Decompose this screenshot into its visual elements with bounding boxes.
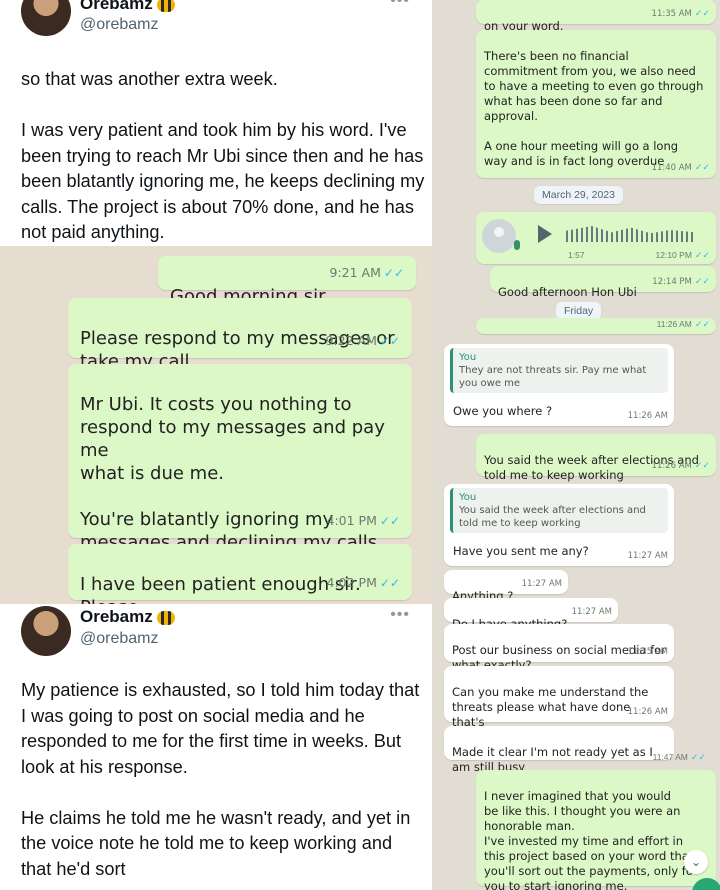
message-timestamp: 9:22 AM ✓✓ xyxy=(325,333,401,348)
message-bubble: Do I have anything? 11:27 AM xyxy=(444,598,618,631)
user-handle[interactable]: @orebamz xyxy=(80,630,159,648)
voice-sender-avatar xyxy=(482,219,516,253)
read-receipt-icon: ✓✓ xyxy=(694,9,710,19)
tweet-top: Orebamz @orebamz ••• so that was another… xyxy=(0,0,432,246)
read-receipt-icon: ✓✓ xyxy=(694,461,710,471)
message-bubble: Good morning sir 9:21 AM ✓✓ xyxy=(158,256,416,307)
message-timestamp: 11:27 AM xyxy=(571,607,612,617)
display-name[interactable]: Orebamz xyxy=(80,0,175,14)
message-bubble: I have been patient enough sir. Please d… xyxy=(68,544,412,641)
more-options-icon[interactable]: ••• xyxy=(390,606,410,624)
message-timestamp: 11:26 AM ✓✓ xyxy=(656,319,710,329)
tweet-text: so that was another extra week. I was ve… xyxy=(21,69,425,242)
scroll-down-icon[interactable]: ⌄ xyxy=(684,850,708,874)
message-bubble: There's been no financial commitment fro… xyxy=(476,30,716,178)
read-receipt-icon: ✓✓ xyxy=(694,250,710,260)
play-icon[interactable] xyxy=(538,225,552,243)
more-options-icon[interactable]: ••• xyxy=(390,0,410,10)
message-timestamp: 11:35 AM ✓✓ xyxy=(651,9,710,19)
message-timestamp: 11:27 AM xyxy=(521,579,562,589)
message-timestamp: 9:21 AM ✓✓ xyxy=(329,265,405,280)
message-bubble: Good afternoon Hon Ubi 12:14 PM ✓✓ xyxy=(490,266,716,299)
read-receipt-icon: ✓✓ xyxy=(379,334,400,348)
message-timestamp: 12:14 PM ✓✓ xyxy=(652,277,710,287)
tweet-text: My patience is exhausted, so I told him … xyxy=(21,680,420,879)
read-receipt-icon: ✓✓ xyxy=(379,576,400,590)
read-receipt-icon: ✓✓ xyxy=(383,266,404,280)
message-timestamp: 4:02 PM ✓✓ xyxy=(326,575,400,590)
chat-screenshot-right: on your word. 11:35 AM ✓✓ There's been no… xyxy=(432,0,720,890)
read-receipt-icon: ✓✓ xyxy=(694,277,710,287)
tweet-bottom: Orebamz @orebamz ••• My patience is exha… xyxy=(0,604,432,890)
message-bubble: Please respond to my messages or take my… xyxy=(68,298,412,372)
message-bubble: You You said the week after elections and… xyxy=(444,484,674,566)
chat-screenshot-left: Good morning sir 9:21 AM ✓✓ Please respon… xyxy=(0,246,432,641)
message-timestamp: 11:26 AM xyxy=(627,411,668,421)
message-bubble: 11:26 AM ✓✓ xyxy=(476,318,716,334)
message-timestamp: 11:40 AM ✓✓ xyxy=(651,163,710,173)
message-timestamp: 12:10 PM ✓✓ xyxy=(655,250,710,260)
message-bubble: Can you make me understand the threats p… xyxy=(444,666,674,744)
message-timestamp: 11:26 AM xyxy=(627,707,668,717)
quoted-message[interactable]: You You said the week after elections and… xyxy=(450,488,668,533)
message-timestamp: 11:26 AM ✓✓ xyxy=(651,461,710,471)
message-bubble: on your word. 11:35 AM ✓✓ xyxy=(476,0,716,33)
message-timestamp: 4:01 PM ✓✓ xyxy=(326,513,400,528)
voice-duration: 1:57 xyxy=(568,250,585,260)
microphone-icon xyxy=(514,240,520,250)
message-bubble: You said the week after elections and to… xyxy=(476,434,716,482)
message-bubble: I never imagined that you would be like … xyxy=(476,770,716,890)
bee-icon xyxy=(156,610,175,625)
read-receipt-icon: ✓✓ xyxy=(694,163,710,173)
read-receipt-icon: ✓✓ xyxy=(694,319,710,329)
read-receipt-icon: ✓✓ xyxy=(690,752,706,762)
message-bubble: Mr Ubi. It costs you nothing to respond … xyxy=(68,364,412,553)
message-bubble: Anything ? 11:27 AM xyxy=(444,570,568,603)
message-timestamp: 11:25 AM xyxy=(627,647,668,657)
quoted-message[interactable]: You They are not threats sir. Pay me what… xyxy=(450,348,668,393)
bee-icon xyxy=(156,0,175,12)
avatar[interactable] xyxy=(21,0,71,36)
message-bubble: You They are not threats sir. Pay me what… xyxy=(444,344,674,426)
user-handle[interactable]: @orebamz xyxy=(80,16,159,34)
date-separator: March 29, 2023 xyxy=(534,186,623,204)
avatar[interactable] xyxy=(21,606,71,656)
message-bubble: Made it clear I'm not ready yet as I am … xyxy=(444,726,674,774)
message-bubble: Post our business on social media for wh… xyxy=(444,624,674,672)
display-name[interactable]: Orebamz xyxy=(80,607,175,627)
read-receipt-icon: ✓✓ xyxy=(379,514,400,528)
message-timestamp: 11:27 AM xyxy=(627,551,668,561)
